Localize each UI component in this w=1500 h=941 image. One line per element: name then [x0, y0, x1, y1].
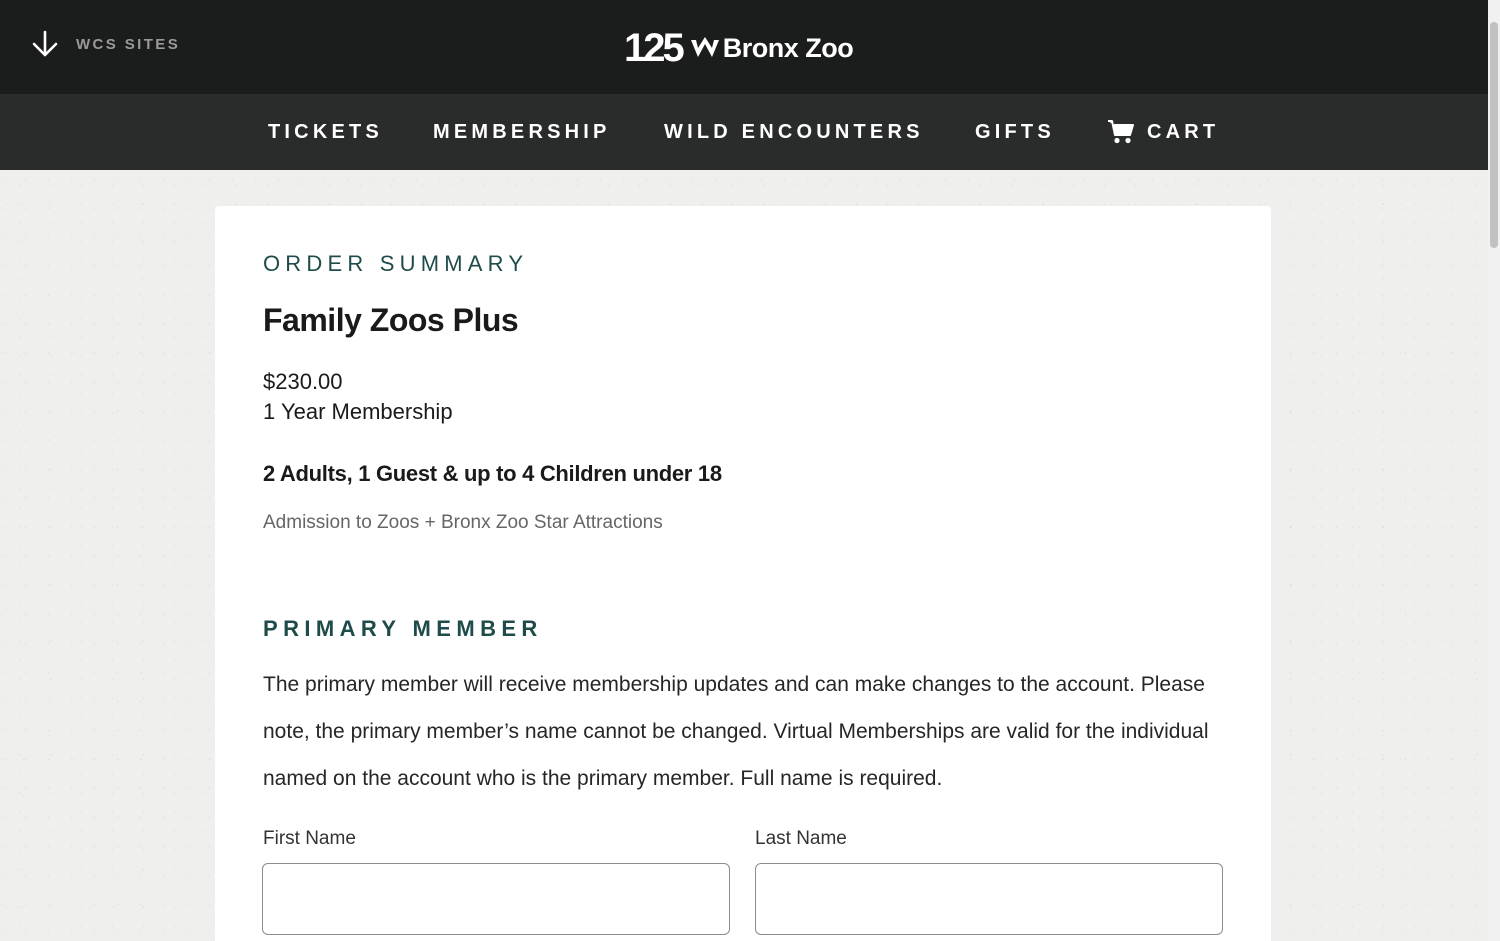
last-name-input[interactable] [755, 863, 1223, 935]
nav-wild-encounters[interactable]: WILD ENCOUNTERS [664, 94, 924, 170]
product-title: Family Zoos Plus [263, 302, 519, 338]
wcs-sites-toggle[interactable]: WCS SITES [32, 30, 180, 58]
order-summary-heading: ORDER SUMMARY [263, 251, 529, 276]
nav-cart[interactable]: CART [1107, 94, 1219, 170]
nav-gifts[interactable]: GIFTS [975, 94, 1055, 170]
bronx-zoo-logo[interactable]: 125 Bronx Zoo [624, 26, 854, 70]
logo-name: Bronx Zoo [722, 32, 854, 63]
primary-member-heading: PRIMARY MEMBER [263, 616, 543, 641]
arrow-down-icon [32, 30, 58, 57]
nav-cart-label: CART [1147, 120, 1220, 143]
product-price: $230.00 [263, 369, 343, 394]
membership-admission: Admission to Zoos + Bronx Zoo Star Attra… [263, 512, 663, 533]
scrollbar-thumb[interactable] [1490, 22, 1498, 248]
nav-tickets[interactable]: TICKETS [268, 94, 383, 170]
primary-member-description: The primary member will receive membersh… [263, 673, 1209, 790]
top-bar: WCS SITES 125 Bronx Zoo [0, 0, 1488, 94]
membership-guests: 2 Adults, 1 Guest & up to 4 Children und… [263, 461, 722, 486]
first-name-label: First Name [263, 828, 356, 849]
nav-membership[interactable]: MEMBERSHIP [433, 94, 611, 170]
wcs-logo-icon [690, 37, 720, 59]
checkout-card: ORDER SUMMARY Family Zoos Plus $230.00 1… [215, 206, 1271, 941]
last-name-label: Last Name [755, 828, 847, 849]
cart-icon [1108, 120, 1134, 144]
page-scrollbar[interactable] [1488, 0, 1500, 941]
main-nav: TICKETS MEMBERSHIP WILD ENCOUNTERS GIFTS… [0, 94, 1488, 170]
membership-term: 1 Year Membership [263, 399, 453, 424]
wcs-sites-label: WCS SITES [76, 35, 181, 53]
logo-anniversary-number: 125 [624, 26, 685, 70]
first-name-input[interactable] [262, 863, 730, 935]
